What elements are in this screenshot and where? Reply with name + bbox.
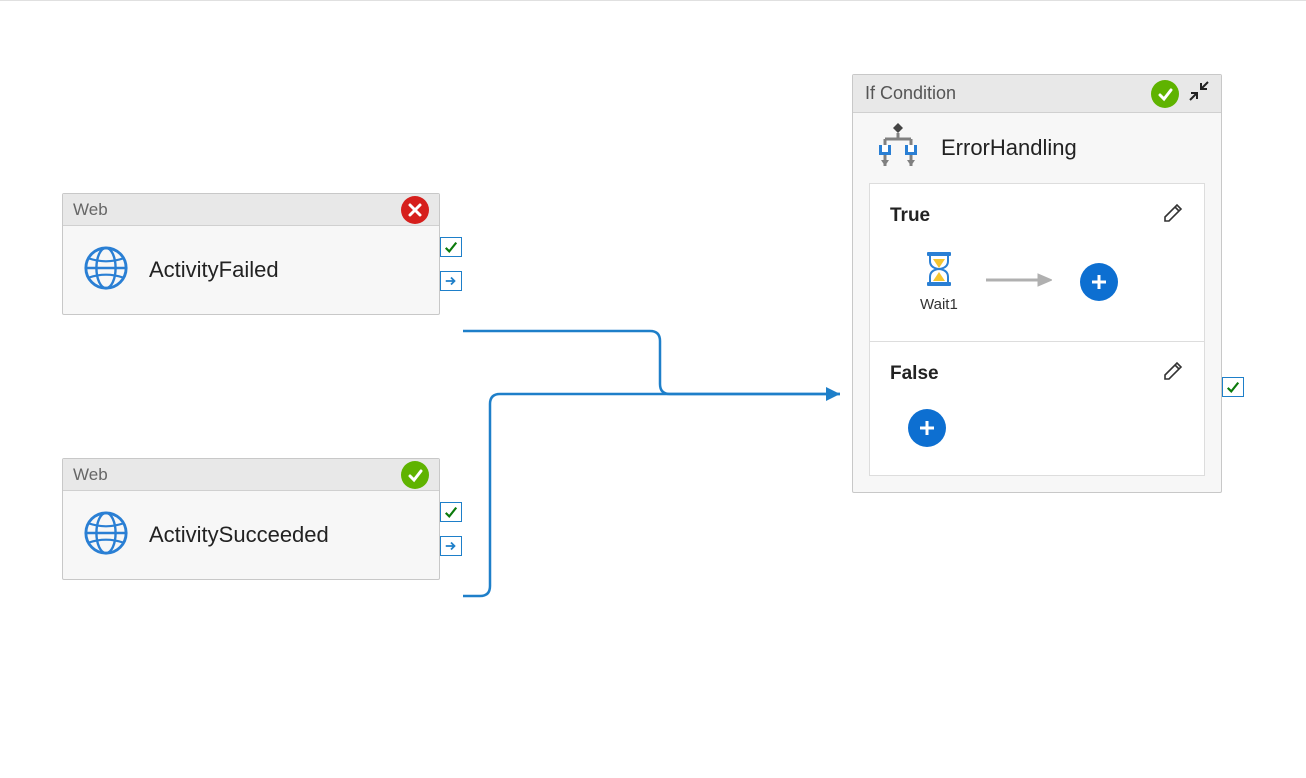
globe-icon <box>83 245 129 296</box>
port-completion[interactable] <box>440 271 462 291</box>
branch-header: False <box>890 360 1184 387</box>
activity-type-label: Web <box>73 465 108 485</box>
arrow-icon <box>986 272 1052 293</box>
add-activity-button[interactable] <box>908 409 946 447</box>
branch-content <box>890 409 1184 447</box>
branch-false[interactable]: False <box>870 341 1204 475</box>
branch-label-true: True <box>890 205 930 227</box>
condition-type-label: If Condition <box>865 83 956 104</box>
port-success[interactable] <box>440 237 462 257</box>
wait-name: Wait1 <box>920 296 958 313</box>
activity-web-succeeded[interactable]: Web ActivitySucceeded <box>62 458 440 580</box>
activity-header: Web <box>63 459 439 491</box>
port-completion[interactable] <box>440 536 462 556</box>
pipeline-canvas[interactable]: Web ActivityFailed <box>0 0 1306 777</box>
activity-web-failed[interactable]: Web ActivityFailed <box>62 193 440 315</box>
add-activity-button[interactable] <box>1080 263 1118 301</box>
pencil-icon[interactable] <box>1162 202 1184 229</box>
globe-icon <box>83 510 129 561</box>
collapse-icon[interactable] <box>1189 81 1209 106</box>
activity-if-condition[interactable]: If Condition <box>852 74 1222 493</box>
condition-header: If Condition <box>853 75 1221 113</box>
branch-header: True <box>890 202 1184 229</box>
activity-header: Web <box>63 194 439 226</box>
branch-content: Wait1 <box>890 251 1184 313</box>
activity-name: ActivitySucceeded <box>149 522 329 548</box>
activity-wait[interactable]: Wait1 <box>920 251 958 313</box>
pencil-icon[interactable] <box>1162 360 1184 387</box>
condition-icon <box>873 121 923 176</box>
port-success[interactable] <box>1222 377 1244 397</box>
condition-title-row: ErrorHandling <box>853 113 1221 183</box>
branch-true[interactable]: True <box>870 184 1204 341</box>
activity-name: ActivityFailed <box>149 257 279 283</box>
branch-container: True <box>869 183 1205 476</box>
activity-body: ActivitySucceeded <box>63 491 439 579</box>
error-icon <box>401 196 429 224</box>
port-success[interactable] <box>440 502 462 522</box>
activity-body: ActivityFailed <box>63 226 439 314</box>
success-icon <box>401 461 429 489</box>
hourglass-icon <box>923 251 955 292</box>
success-icon <box>1151 80 1179 108</box>
condition-name: ErrorHandling <box>941 135 1077 161</box>
activity-type-label: Web <box>73 200 108 220</box>
branch-label-false: False <box>890 363 939 385</box>
